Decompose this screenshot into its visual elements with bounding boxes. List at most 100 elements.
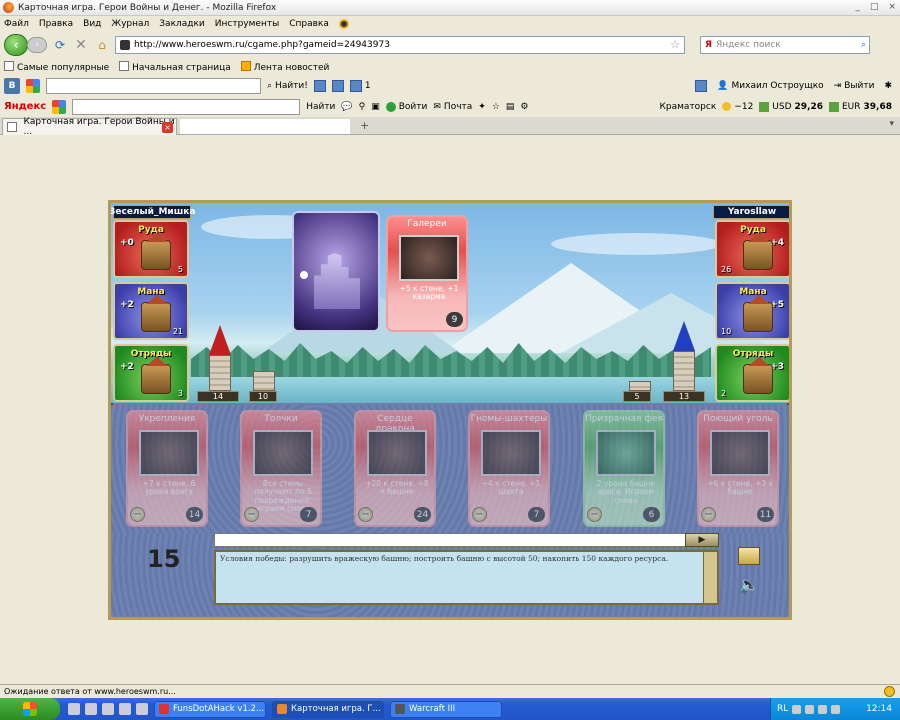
url-text: http://www.heroeswm.ru/cgame.php?gameid=…: [134, 39, 390, 50]
bookmark-most-popular[interactable]: Самые популярные: [4, 60, 109, 73]
maximize-button[interactable]: □: [870, 2, 879, 12]
sound-icon[interactable]: 🔈: [738, 575, 760, 594]
weather-city[interactable]: Краматорск: [660, 102, 717, 112]
back-button[interactable]: ‹: [4, 33, 28, 56]
chat-input[interactable]: [214, 533, 719, 547]
tab-list-icon[interactable]: ▾: [889, 119, 894, 129]
yandex-tools-icon[interactable]: ▣: [371, 102, 380, 112]
menu-help[interactable]: Справка: [289, 19, 329, 29]
yandex-star-icon[interactable]: ☆: [492, 102, 500, 112]
discard-icon[interactable]: −: [358, 507, 373, 522]
hand-card[interactable]: Сердце дракона +20 к стене, +8 к башне −…: [354, 410, 436, 527]
search-placeholder: Яндекс поиск: [715, 39, 781, 50]
task-funsdotahack[interactable]: FunsDotAHack v1.2...: [154, 700, 266, 718]
discard-icon[interactable]: −: [587, 507, 602, 522]
menu-view[interactable]: Вид: [83, 19, 101, 29]
tab-card-game[interactable]: Карточная игра. Герои Войны и ... ×: [2, 117, 177, 137]
search-engine-icon[interactable]: Я: [705, 40, 712, 50]
yandex-books-icon[interactable]: ▤: [506, 102, 515, 112]
quick-launch-icon[interactable]: [85, 703, 97, 715]
vk-user[interactable]: 👤 Михаил Остроущко: [717, 81, 823, 91]
menu-history[interactable]: Журнал: [111, 19, 149, 29]
yandex-logo[interactable]: Яндекс: [4, 101, 46, 112]
addon-icon[interactable]: [338, 18, 349, 29]
forward-button[interactable]: ›: [27, 36, 47, 53]
left-tower: [209, 325, 231, 391]
bookmark-star-icon[interactable]: ☆: [670, 38, 680, 51]
usd-rate[interactable]: USD 29,26: [759, 101, 823, 112]
yandex-settings-icon[interactable]: ⚙: [520, 102, 528, 112]
hand-card[interactable]: Гномы-шахтеры +4 к стене, +1 шахта − 7: [468, 410, 550, 527]
chat-send-button[interactable]: ▶: [685, 533, 719, 547]
yandex-login-button[interactable]: Войти: [385, 101, 427, 112]
menu-tools[interactable]: Инструменты: [215, 19, 279, 29]
tab-close-icon[interactable]: ×: [162, 122, 173, 133]
menu-edit[interactable]: Правка: [39, 19, 73, 29]
left-player-name: Веселый_Мишка: [111, 205, 196, 219]
tray-icon[interactable]: [831, 704, 841, 714]
start-button[interactable]: [0, 698, 60, 720]
minimize-button[interactable]: _: [855, 2, 860, 12]
bookmark-start-page[interactable]: Начальная страница: [119, 60, 231, 73]
url-bar[interactable]: http://www.heroeswm.ru/cgame.php?gameid=…: [115, 35, 685, 54]
menu-bookmarks[interactable]: Закладки: [159, 19, 205, 29]
yandex-find-button[interactable]: Найти: [306, 102, 335, 112]
vk-logo-icon[interactable]: В: [4, 77, 20, 94]
close-button[interactable]: ×: [888, 2, 896, 12]
search-icon[interactable]: ⌕: [861, 40, 866, 50]
vk-share-icon[interactable]: [695, 79, 708, 92]
yandex-chat-icon[interactable]: 💬: [341, 102, 352, 112]
vk-menu-icon[interactable]: ✱: [884, 81, 892, 91]
hand-card[interactable]: Укрепления +7 к стене, 6 урона врагу − 1…: [126, 410, 208, 527]
eur-rate[interactable]: EUR 39,68: [829, 101, 892, 112]
google-icon[interactable]: [26, 78, 40, 93]
quick-launch-icon[interactable]: [119, 703, 131, 715]
quick-launch-icon[interactable]: [68, 703, 80, 715]
tray-icon[interactable]: [805, 704, 815, 714]
vk-news-icon[interactable]: [331, 79, 344, 92]
vk-messages-button[interactable]: 1: [349, 79, 371, 92]
bookmark-news-feed[interactable]: Лента новостей: [240, 60, 329, 73]
task-warcraft[interactable]: Warcraft III: [390, 700, 502, 718]
menu-file[interactable]: Файл: [4, 19, 29, 29]
hand-card[interactable]: Призрачная фея 2 урона башне врага, Игра…: [583, 410, 665, 527]
weather-temp[interactable]: −12: [722, 102, 753, 112]
quick-launch-icon[interactable]: [102, 703, 114, 715]
victory-conditions: Условия победы: разрушить вражескую башн…: [220, 554, 669, 563]
yandex-mail-button[interactable]: ✉ Почта: [433, 102, 472, 112]
new-tab-icon[interactable]: +: [360, 119, 369, 132]
stop-icon[interactable]: ✕: [73, 37, 89, 53]
vk-search-input[interactable]: [46, 77, 261, 94]
right-wall-hp: 5: [623, 391, 651, 402]
task-firefox[interactable]: Карточная игра. Г...: [272, 700, 384, 718]
player-hand: Укрепления +7 к стене, 6 урона врагу − 1…: [111, 405, 789, 533]
vk-find-button[interactable]: ⌕ Найти!: [267, 81, 308, 91]
tray-icon[interactable]: [792, 704, 802, 714]
language-indicator[interactable]: RL: [777, 704, 788, 714]
discard-icon[interactable]: −: [130, 507, 145, 522]
vk-logout-button[interactable]: ⇥ Выйти: [834, 81, 875, 91]
reload-icon[interactable]: ⟳: [52, 37, 68, 53]
yandex-search-input[interactable]: [72, 98, 301, 115]
yandex-games-icon[interactable]: ✦: [478, 102, 486, 112]
discard-icon[interactable]: −: [701, 507, 716, 522]
resource-amount: 3: [177, 389, 183, 398]
smiley-icon[interactable]: [884, 686, 895, 697]
log-scrollbar[interactable]: [703, 552, 717, 603]
quick-launch-icon[interactable]: [136, 703, 148, 715]
resource-income: +2: [120, 362, 134, 372]
home-icon[interactable]: ⌂: [94, 37, 110, 53]
tray-icon[interactable]: [818, 704, 828, 714]
card-picture: [596, 430, 656, 476]
hand-card[interactable]: Поющий уголь +6 к стене, +3 к башне − 11: [697, 410, 779, 527]
vk-info-icon[interactable]: [313, 79, 326, 92]
search-input[interactable]: Я Яндекс поиск ⌕: [700, 35, 870, 54]
google-icon-2[interactable]: [52, 99, 67, 114]
discard-icon[interactable]: −: [244, 507, 259, 522]
deck-info-icon[interactable]: [738, 547, 760, 565]
tab-blank[interactable]: [180, 119, 350, 134]
hand-card[interactable]: Толчки Все стены получают по 5 поврежден…: [240, 410, 322, 527]
discard-icon[interactable]: −: [472, 507, 487, 522]
yandex-filter-icon[interactable]: ⚲: [359, 102, 366, 112]
barracks-icon: [743, 357, 773, 394]
